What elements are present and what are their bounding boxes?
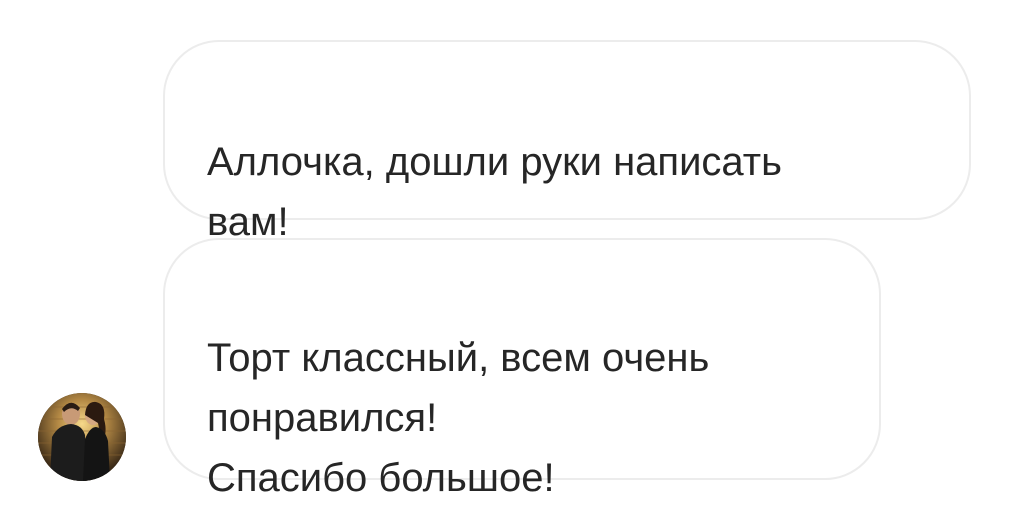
- chat-thread: Аллочка, дошли руки написать вам! Торт к…: [0, 0, 1024, 523]
- message-text: Аллочка, дошли руки написать вам!: [207, 140, 782, 244]
- profile-photo-icon: [38, 393, 126, 481]
- sender-avatar[interactable]: [38, 393, 126, 481]
- message-text: Торт классный, всем очень понравился! Сп…: [207, 336, 710, 500]
- message-bubble[interactable]: Торт классный, всем очень понравился! Сп…: [163, 238, 881, 500]
- message-bubble[interactable]: Аллочка, дошли руки написать вам!: [163, 40, 971, 244]
